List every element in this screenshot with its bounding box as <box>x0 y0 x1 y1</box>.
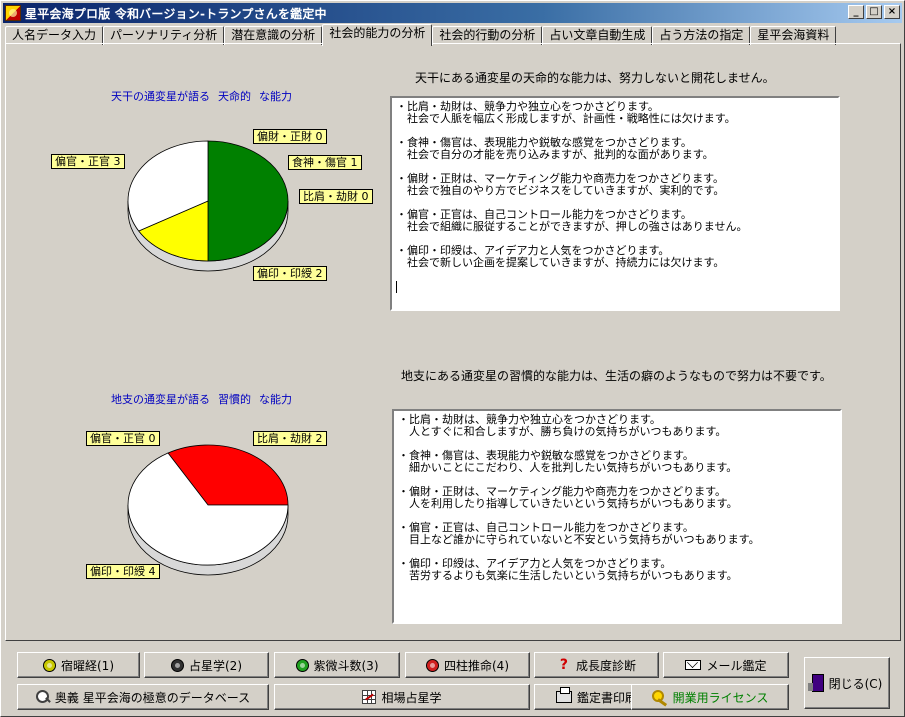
top-para-5-line-2: 社会で新しい企画を提案していきますが、持続力には欠けます。 <box>396 256 725 269</box>
bottom-para-4-line-2: 目上など誰かに守られていないと不安という気持ちがいつもあります。 <box>398 533 760 546</box>
bottom-label-hiken: 比肩・劫財 2 <box>253 431 327 446</box>
envelope-icon <box>685 660 702 670</box>
key-icon <box>651 690 668 704</box>
bottom-chart-title-part2: 習慣的 <box>218 393 251 406</box>
title-bar[interactable]: 星平会海プロ版 令和バージョン-トランプさんを鑑定中 _ □ × <box>3 3 902 23</box>
bottom-para-4: ・偏官・正官は、自己コントロール能力をつかさどります。 目上など誰かに守られてい… <box>398 522 836 546</box>
yellow-circle-icon <box>43 658 56 672</box>
chart-grid-icon <box>362 690 377 704</box>
growth-diagnosis-button-label: 成長度診断 <box>575 658 636 673</box>
bottom-para-2: ・食神・傷官は、表現能力や鋭敏な感覚をつかさどります。 細かいことにこだわり、人… <box>398 450 836 474</box>
text-caret <box>396 281 397 293</box>
mail-reading-button[interactable]: メール鑑定 <box>663 652 789 678</box>
magnifier-icon <box>35 690 50 704</box>
top-chart-title-part3: な能力 <box>259 90 292 103</box>
app-logo-icon[interactable] <box>5 5 21 21</box>
astrology-button[interactable]: 占星学(2) <box>144 652 269 678</box>
top-para-2: ・食神・傷官は、表現能力や鋭敏な感覚をつかさどります。 社会で自分の才能を売り込… <box>396 137 834 161</box>
window-title: 星平会海プロ版 令和バージョン-トランプさんを鑑定中 <box>25 6 327 21</box>
top-label-hensai: 偏財・正財 0 <box>253 129 327 144</box>
tab-social-ability[interactable]: 社会的能力の分析 <box>322 24 433 46</box>
door-exit-icon <box>807 674 824 692</box>
bottom-chart-title: 地支の通変星が語る 習慣的 な能力 <box>111 391 292 407</box>
top-section-heading: 天干にある通変星の天命的な能力は、努力しないと開花しません。 <box>415 71 775 85</box>
mail-reading-button-label: メール鑑定 <box>706 658 767 673</box>
license-button-label: 開業用ライセンス <box>672 690 769 705</box>
top-para-5: ・偏印・印綬は、アイデア力と人気をつかさどります。 社会で新しい企画を提案してい… <box>396 245 834 269</box>
bottom-chart-title-part3: な能力 <box>259 393 292 406</box>
green-circle-icon <box>295 658 309 672</box>
license-button[interactable]: 開業用ライセンス <box>631 684 789 710</box>
main-window: 星平会海プロ版 令和バージョン-トランプさんを鑑定中 _ □ × 人名データ入力… <box>0 0 905 717</box>
bottom-para-5-line-2: 苦労するよりも気楽に生活したいという気持ちがいつもあります。 <box>398 569 738 582</box>
red-circle-icon <box>426 658 439 672</box>
top-para-2-line-2: 社会で自分の才能を売り込みますが、批判的な面があります。 <box>396 148 714 161</box>
astrology-button-label: 占星学(2) <box>189 658 242 673</box>
bottom-para-1-line-2: 人とすぐに和合しますが、勝ち負けの気持ちがいつもあります。 <box>398 425 727 438</box>
shibi-button[interactable]: 紫微斗数(3) <box>274 652 400 678</box>
shibi-button-label: 紫微斗数(3) <box>313 658 379 673</box>
top-chart-title-part2: 天命的 <box>218 90 251 103</box>
top-label-shokujin: 食神・傷官 1 <box>288 155 362 170</box>
shukuyou-button[interactable]: 宿曜経(1) <box>17 652 140 678</box>
bottom-label-henkan: 偏官・正官 0 <box>86 431 160 446</box>
top-label-henkan: 偏官・正官 3 <box>51 154 125 169</box>
top-para-1-line-2: 社会で人脈を幅広く形成しますが、計画性・戦略性には欠けます。 <box>396 112 736 125</box>
top-para-4-line-2: 社会で組織に服従することができますが、押しの強さはありません。 <box>396 220 748 233</box>
bottom-para-1: ・比肩・劫財は、競争力や独立心をつかさどります。 人とすぐに和合しますが、勝ち負… <box>398 414 836 438</box>
bottom-para-5: ・偏印・印綬は、アイデア力と人気をつかさどります。 苦労するよりも気楽に生活した… <box>398 558 836 582</box>
top-para-4: ・偏官・正官は、自己コントロール能力をつかさどります。 社会で組織に服従すること… <box>396 209 834 233</box>
top-para-3-line-2: 社会で独自のやり方でビジネスをしていきますが、実利的です。 <box>396 184 725 197</box>
top-label-henin: 偏印・印綬 2 <box>253 266 327 281</box>
window-controls: _ □ × <box>848 5 900 19</box>
minimize-button[interactable]: _ <box>848 5 864 19</box>
bottom-label-henin: 偏印・印綬 4 <box>86 564 160 579</box>
close-button-label: 閉じる(C) <box>828 676 883 691</box>
bottom-section-heading: 地支にある通変星の習慣的な能力は、生活の癖のようなもので努力は不要です。 <box>401 369 832 383</box>
top-label-hiken: 比肩・劫財 0 <box>299 189 373 204</box>
bottom-para-2-line-2: 細かいことにこだわり、人を批判したい気持ちがいつもあります。 <box>398 461 738 474</box>
market-astrology-button-label: 相場占星学 <box>381 690 442 705</box>
question-icon: ? <box>559 657 569 673</box>
shichu-button-label: 四柱推命(4) <box>444 658 509 673</box>
shukuyou-button-label: 宿曜経(1) <box>61 658 114 673</box>
black-circle-icon <box>171 658 184 672</box>
print-report-button-label: 鑑定書印刷 <box>576 690 637 705</box>
printer-icon <box>555 687 572 703</box>
top-pie-chart <box>127 140 289 272</box>
top-para-1: ・比肩・劫財は、競争力や独立心をつかさどります。 社会で人脈を幅広く形成しますが… <box>396 101 834 125</box>
top-chart-title-part1: 天干の通変星が語る <box>111 90 210 103</box>
close-window-button[interactable]: × <box>884 5 900 19</box>
secret-database-button-label: 奥義 星平会海の極意のデータベース <box>54 690 251 705</box>
bottom-pie-chart <box>127 444 289 576</box>
shichu-button[interactable]: 四柱推命(4) <box>405 652 530 678</box>
maximize-button[interactable]: □ <box>866 5 882 19</box>
top-description-textbox[interactable]: ・比肩・劫財は、競争力や独立心をつかさどります。 社会で人脈を幅広く形成しますが… <box>390 96 840 311</box>
top-chart-title: 天干の通変星が語る 天命的 な能力 <box>111 88 292 104</box>
top-para-3: ・偏財・正財は、マーケティング能力や商売力をつかさどります。 社会で独自のやり方… <box>396 173 834 197</box>
tab-bar: 人名データ入力 パーソナリティ分析 潜在意識の分析 社会的能力の分析 社会的行動… <box>5 24 837 46</box>
secret-database-button[interactable]: 奥義 星平会海の極意のデータベース <box>17 684 269 710</box>
bottom-description-textbox[interactable]: ・比肩・劫財は、競争力や独立心をつかさどります。 人とすぐに和合しますが、勝ち負… <box>392 409 842 624</box>
bottom-para-3-line-2: 人を利用したり指導していきたいという気持ちがいつもあります。 <box>398 497 738 510</box>
close-button[interactable]: 閉じる(C) <box>804 657 890 709</box>
bottom-para-3: ・偏財・正財は、マーケティング能力や商売力をつかさどります。 人を利用したり指導… <box>398 486 836 510</box>
growth-diagnosis-button[interactable]: ? 成長度診断 <box>534 652 659 678</box>
market-astrology-button[interactable]: 相場占星学 <box>274 684 530 710</box>
bottom-chart-title-part1: 地支の通変星が語る <box>111 393 210 406</box>
